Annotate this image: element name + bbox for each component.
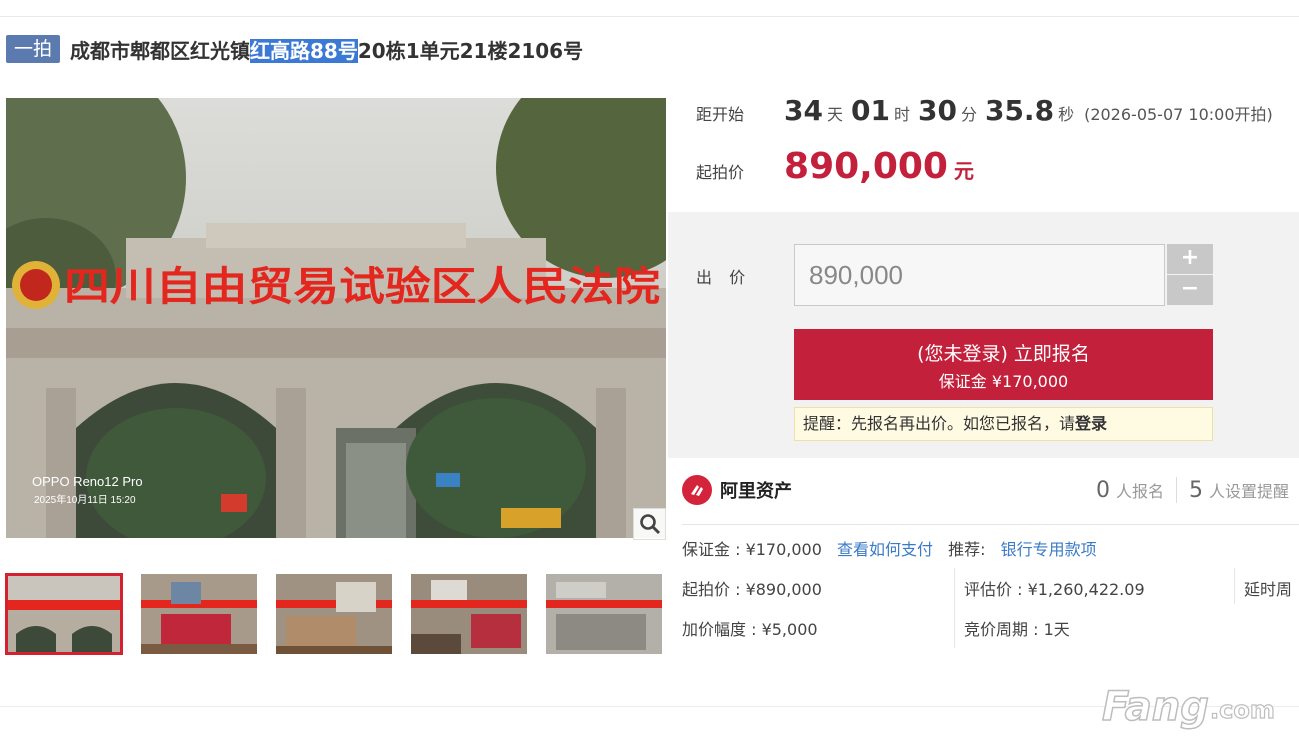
platform-row: 阿里资产 0 人报名 5 人设置提醒 (682, 474, 1299, 506)
start-time-note: (2026-05-07 10:00开拍) (1084, 105, 1273, 124)
bidding-period-detail: 竞价周期 : 1天 (964, 620, 1070, 639)
increase-bid-button[interactable]: + (1167, 244, 1213, 274)
thumbnail-2[interactable] (141, 574, 257, 654)
reminder-text: 提醒：先报名再出价。如您已报名，请 (803, 414, 1076, 433)
reminder-count-label: 人设置提醒 (1209, 482, 1290, 501)
login-link[interactable]: 登录 (1075, 414, 1107, 433)
how-to-pay-link[interactable]: 查看如何支付 (837, 540, 933, 559)
zoom-button[interactable] (633, 508, 666, 540)
delay-period-detail: 延时周 (1244, 580, 1293, 599)
signup-button-label: (您未登录) 立即报名 (917, 343, 1090, 365)
increment-detail: 加价幅度 : ¥5,000 (682, 620, 818, 639)
signup-deposit-label: 保证金 ¥170,000 (938, 372, 1069, 391)
countdown-minutes-unit: 分 (960, 105, 977, 124)
top-divider (0, 16, 1299, 17)
thumbnail-5[interactable] (546, 574, 662, 654)
photo-timestamp: 2025年10月11日 15:20 (34, 493, 136, 506)
countdown: 距开始 34 天 01 时 30 分 35.8 秒 (2026-05-07 10… (696, 94, 1273, 127)
thumbnail-strip (5, 573, 681, 655)
countdown-days: 34 (784, 94, 823, 127)
countdown-seconds-unit: 秒 (1058, 105, 1075, 124)
platform-name: 阿里资产 (720, 481, 792, 502)
deposit-info: 保证金 : ¥170,000 查看如何支付 推荐: 银行专用款项 (682, 536, 1097, 560)
signup-count-label: 人报名 (1116, 482, 1165, 501)
signup-button[interactable]: (您未登录) 立即报名 保证金 ¥170,000 (794, 329, 1213, 400)
property-title[interactable]: 成都市郫都区红光镇红高路88号20栋1单元21楼2106号 (70, 35, 583, 64)
countdown-hours: 01 (851, 94, 890, 127)
title-prefix: 成都市郫都区红光镇 (70, 38, 251, 63)
participation-counts: 0 人报名 5 人设置提醒 (1096, 474, 1289, 506)
start-price-row: 起拍价 890,000 元 (696, 146, 974, 187)
auction-round-tag: 一拍 (6, 35, 61, 63)
magnifier-icon (639, 514, 660, 535)
ali-asset-logo-icon (682, 475, 712, 505)
bank-account-link[interactable]: 银行专用款项 (1001, 540, 1097, 559)
title-suffix: 20栋1单元21楼2106号 (357, 38, 584, 63)
thumbnail-3[interactable] (276, 574, 392, 654)
bid-amount-input[interactable]: 890,000 (794, 244, 1165, 306)
start-price-detail: 起拍价 : ¥890,000 (682, 580, 822, 599)
start-price-unit: 元 (953, 159, 974, 183)
countdown-minutes: 30 (917, 94, 957, 127)
decrease-bid-button[interactable]: − (1167, 275, 1213, 305)
court-sign-text: 四川自由贸易试验区人民法院 (64, 264, 660, 310)
start-price-label: 起拍价 (696, 163, 745, 182)
countdown-days-unit: 天 (826, 105, 843, 124)
start-price-value: 890,000 (784, 146, 948, 187)
countdown-label: 距开始 (696, 105, 745, 124)
login-reminder: 提醒：先报名再出价。如您已报名，请登录 (794, 407, 1213, 441)
title-highlight: 红高路88号 (250, 38, 358, 63)
fang-watermark-logo: Fang .com (1098, 672, 1288, 732)
bid-panel: 出 价 890,000 + − (您未登录) 立即报名 保证金 ¥170,000… (668, 212, 1299, 458)
column-separator (954, 568, 955, 648)
bid-label: 出 价 (696, 268, 752, 287)
appraisal-detail: 评估价 : ¥1,260,422.09 (964, 580, 1145, 599)
main-photo[interactable]: 四川自由贸易试验区人民法院 OPPO Reno12 Pro 2025年10月11… (6, 98, 666, 538)
svg-text:.com: .com (1210, 696, 1275, 724)
info-divider (682, 524, 1299, 525)
deposit-text: 保证金 : ¥170,000 (682, 540, 822, 559)
countdown-seconds: 35.8 (984, 94, 1055, 127)
title-row: 一拍 成都市郫都区红光镇红高路88号20栋1单元21楼2106号 (6, 32, 583, 66)
svg-text:Fang: Fang (1102, 684, 1209, 730)
camera-watermark: OPPO Reno12 Pro (32, 474, 143, 489)
signup-count: 0 (1096, 477, 1110, 503)
column-separator-2 (1234, 568, 1235, 604)
thumbnail-4[interactable] (411, 574, 527, 654)
recommend-label: 推荐: (948, 540, 986, 559)
reminder-count: 5 (1189, 477, 1204, 503)
count-separator (1176, 477, 1178, 503)
thumbnail-1[interactable] (5, 573, 123, 655)
countdown-hours-unit: 时 (893, 105, 910, 124)
